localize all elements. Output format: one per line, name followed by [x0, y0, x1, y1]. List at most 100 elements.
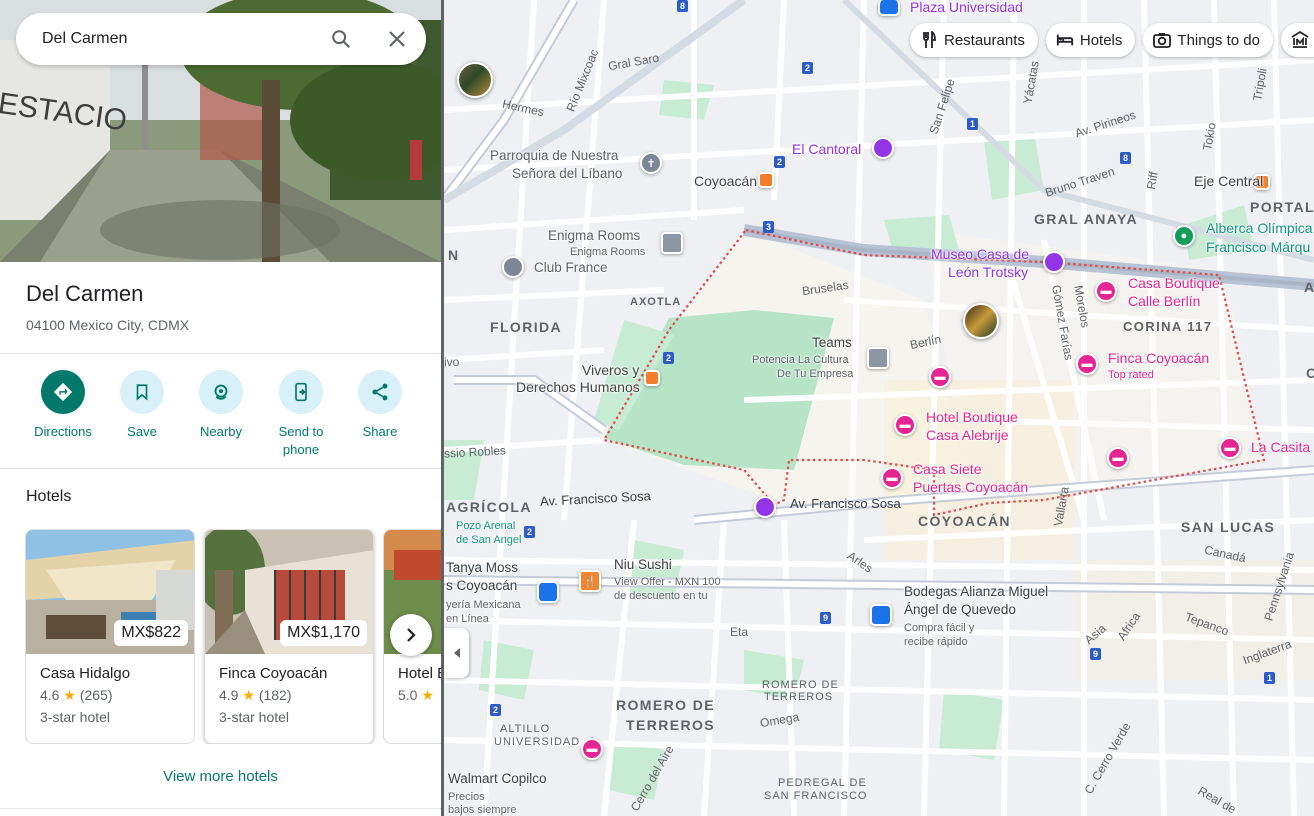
poi-label[interactable]: s Coyoacán [446, 578, 517, 594]
poi-label[interactable]: Puertas Coyoacán [913, 479, 1028, 495]
rating-value: 5.0 [398, 687, 418, 703]
search-icon[interactable] [327, 25, 355, 53]
carousel-next-button[interactable] [390, 614, 432, 656]
hotel-icon[interactable]: ▬ [1219, 437, 1241, 459]
train-station-icon[interactable] [758, 172, 774, 188]
hotel-icon[interactable]: ▬ [1076, 353, 1098, 375]
shopping-bag-icon[interactable] [878, 0, 900, 16]
map-canvas[interactable]: 8 2 2 3 1 8 2 2 9 9 1 2 FLORIDA GRAL ANA… [444, 0, 1314, 816]
search-input[interactable] [42, 13, 312, 65]
poi-label[interactable]: La Casita [1251, 439, 1310, 455]
poi-label[interactable]: León Trotsky [948, 264, 1028, 280]
neighborhood-label: GRAL ANAYA [1034, 211, 1138, 227]
hotel-rating: 5.0 ★ [398, 687, 434, 704]
send-to-phone-button[interactable]: Send to phone [261, 370, 341, 459]
poi-label[interactable]: Teams [812, 335, 852, 351]
hotel-card[interactable]: MX$822 Casa Hidalgo 4.6 ★ (265) 3-star h… [25, 529, 195, 744]
close-icon[interactable] [383, 25, 411, 53]
poi-label[interactable]: Bodegas Alianza Miguel [904, 584, 1048, 600]
route-badge: 2 [663, 352, 675, 364]
shopping-bag-icon[interactable] [870, 604, 892, 626]
hotel-icon[interactable]: ▬ [894, 414, 916, 436]
chip-restaurants[interactable]: Restaurants [910, 23, 1038, 57]
hotel-card[interactable]: MX$1,170 Finca Coyoacán 4.9 ★ (182) 3-st… [204, 529, 374, 744]
poi-label[interactable]: Enigma Rooms [570, 246, 645, 258]
poi-label[interactable]: Viveros y [582, 362, 639, 378]
poi-label[interactable]: Calle Berlín [1128, 293, 1200, 309]
poi-label[interactable]: de descuento en tu [614, 590, 708, 602]
poi-label[interactable]: Ángel de Quevedo [904, 602, 1016, 618]
poi-label[interactable]: Precios [448, 791, 485, 803]
poi-label[interactable]: Francisco Márqu [1206, 239, 1310, 255]
shopping-bag-icon[interactable] [537, 581, 559, 603]
poi-label[interactable]: El Cantoral [792, 141, 861, 157]
poi-label[interactable]: Potencia La Cultura [752, 354, 849, 366]
poi-label[interactable]: Museo Casa de [931, 246, 1029, 262]
nearby-button[interactable]: Nearby [181, 370, 261, 441]
hotel-gray-icon[interactable] [661, 232, 683, 254]
poi-label[interactable]: Coyoacán [694, 173, 757, 189]
poi-label[interactable]: yería Mexicana [446, 599, 521, 611]
hotel-icon[interactable]: ▬ [581, 738, 603, 760]
swimming-pool-icon[interactable]: ● [1173, 225, 1195, 247]
neighborhood-label: FLORIDA [490, 319, 563, 335]
poi-label[interactable]: de San Angel [456, 534, 521, 546]
poi-label[interactable]: Alberca Olímpica [1206, 220, 1313, 236]
view-more-hotels-link[interactable]: View more hotels [0, 768, 441, 785]
save-button[interactable]: Save [102, 370, 182, 441]
sports-club-icon[interactable] [502, 256, 524, 278]
restaurant-icon[interactable]: 🍴 [579, 570, 601, 592]
office-icon[interactable] [867, 347, 889, 369]
poi-label[interactable]: Compra fácil y [904, 622, 974, 634]
directions-button[interactable]: Directions [23, 370, 103, 441]
hotel-icon[interactable]: ▬ [881, 467, 903, 489]
collapse-panel-button[interactable] [444, 628, 469, 678]
poi-label[interactable]: Hotel Boutique [926, 409, 1018, 425]
poi-label[interactable]: Casa Boutique [1128, 275, 1220, 291]
hotel-icon[interactable]: ▬ [1095, 280, 1117, 302]
chip-hotels[interactable]: Hotels [1045, 23, 1136, 57]
search-box[interactable] [16, 13, 426, 65]
poi-label[interactable]: De Tu Empresa [777, 368, 853, 380]
hotel-icon[interactable]: ▬ [1107, 447, 1129, 469]
chip-museums[interactable]: Museums [1280, 23, 1314, 57]
route-badge: 2 [802, 62, 814, 74]
poi-label[interactable]: Pozo Arenal [456, 520, 515, 532]
poi-label[interactable]: Parroquia de Nuestra [490, 148, 618, 164]
divider [0, 468, 441, 469]
photo-thumbnail-pin[interactable] [457, 62, 493, 98]
poi-label[interactable]: Club France [534, 260, 608, 276]
route-badge: 2 [490, 704, 502, 716]
museum-icon [1291, 31, 1309, 49]
poi-label[interactable]: Plaza Universidad [910, 0, 1023, 15]
chip-things-to-do[interactable]: Things to do [1143, 23, 1273, 57]
action-label: Save [127, 424, 157, 439]
poi-label[interactable]: en Línea [446, 613, 489, 625]
train-station-icon[interactable] [644, 370, 660, 386]
hotel-rating: 4.9 ★ (182) [219, 687, 292, 704]
poi-label[interactable]: Finca Coyoacán [1108, 350, 1209, 366]
museum-icon[interactable] [1043, 251, 1065, 273]
poi-label[interactable]: Casa Siete [913, 461, 981, 477]
hotel-icon[interactable]: ▬ [929, 366, 951, 388]
church-icon[interactable]: ✝ [640, 152, 662, 174]
poi-label[interactable]: Derechos Humanos [516, 379, 640, 395]
poi-label[interactable]: Enigma Rooms [548, 228, 640, 244]
poi-label[interactable]: Eje Central [1194, 173, 1263, 189]
event-venue-icon[interactable] [754, 496, 776, 518]
poi-label[interactable]: recibe rápido [904, 636, 968, 648]
poi-label[interactable]: bajos siempre [448, 804, 516, 816]
poi-label[interactable]: View Offer - MXN 100 [614, 576, 721, 588]
hotel-type: 3-star hotel [219, 709, 290, 725]
poi-label[interactable]: Tanya Moss [446, 560, 518, 576]
poi-label[interactable]: Niu Sushi [614, 557, 672, 573]
neighborhood-label: ROMERO DE [762, 679, 839, 691]
poi-label[interactable]: Señora del Líbano [512, 166, 622, 182]
route-badge: 1 [967, 118, 979, 130]
event-venue-icon[interactable] [872, 137, 894, 159]
poi-label[interactable]: Top rated [1108, 369, 1154, 381]
share-button[interactable]: Share [340, 370, 420, 441]
poi-label[interactable]: Casa Alebrije [926, 427, 1009, 443]
photo-thumbnail-pin[interactable] [963, 303, 999, 339]
poi-label[interactable]: Walmart Copilco [448, 771, 547, 787]
